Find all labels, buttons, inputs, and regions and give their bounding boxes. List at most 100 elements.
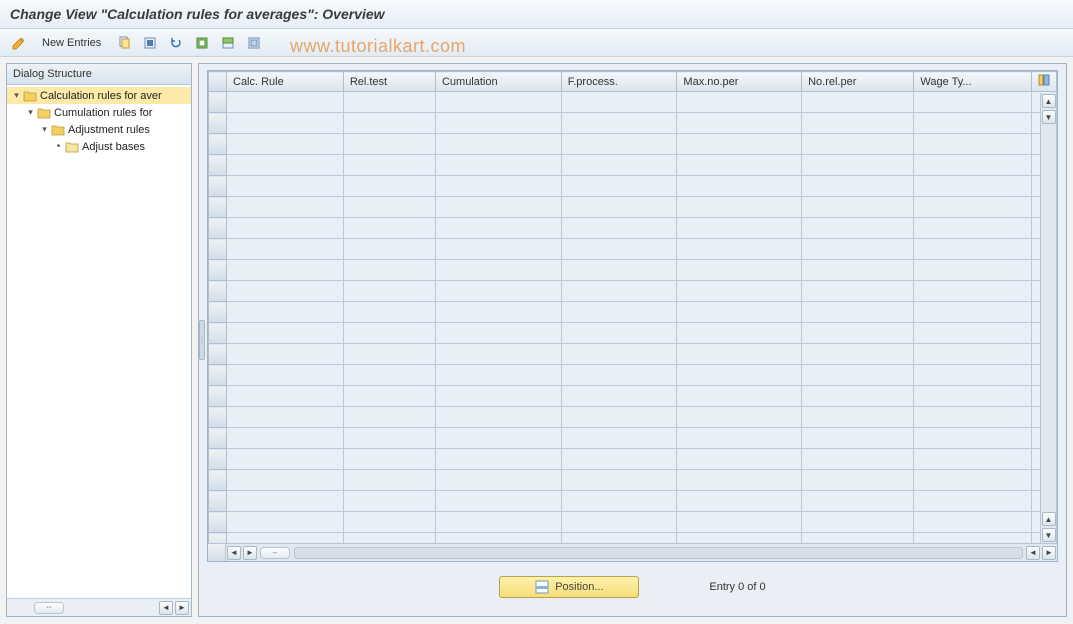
- grid-cell[interactable]: [914, 386, 1032, 407]
- grid-cell[interactable]: [802, 386, 914, 407]
- grid-cell[interactable]: [914, 302, 1032, 323]
- table-row[interactable]: [209, 428, 1057, 449]
- grid-row-selector[interactable]: [209, 407, 227, 428]
- grid-cell[interactable]: [227, 197, 344, 218]
- grid-row-selector[interactable]: [209, 176, 227, 197]
- grid-scroll-down2[interactable]: ▼: [1042, 528, 1056, 542]
- grid-cell[interactable]: [914, 344, 1032, 365]
- tree-collapse-icon[interactable]: ▾: [25, 107, 36, 118]
- grid-cell[interactable]: [435, 197, 561, 218]
- grid-scroll-left[interactable]: ◄: [227, 546, 241, 560]
- grid-cell[interactable]: [802, 218, 914, 239]
- grid-row-selector[interactable]: [209, 365, 227, 386]
- table-row[interactable]: [209, 281, 1057, 302]
- grid-cell[interactable]: [677, 281, 802, 302]
- grid-scroll-left2[interactable]: ◄: [1026, 546, 1040, 560]
- grid-cell[interactable]: [435, 239, 561, 260]
- grid-cell[interactable]: [561, 449, 677, 470]
- table-row[interactable]: [209, 449, 1057, 470]
- grid-cell[interactable]: [561, 134, 677, 155]
- grid-cell[interactable]: [561, 92, 677, 113]
- tree-item[interactable]: ▾Calculation rules for aver: [7, 87, 191, 104]
- grid-cell[interactable]: [914, 512, 1032, 533]
- grid-cell[interactable]: [227, 365, 344, 386]
- deselect-all-icon[interactable]: [243, 33, 265, 53]
- grid-cell[interactable]: [227, 113, 344, 134]
- grid-cell[interactable]: [435, 92, 561, 113]
- grid-cell[interactable]: [561, 113, 677, 134]
- grid-row-selector[interactable]: [209, 260, 227, 281]
- table-row[interactable]: [209, 197, 1057, 218]
- grid-cell[interactable]: [343, 302, 435, 323]
- grid-cell[interactable]: [561, 323, 677, 344]
- grid-cell[interactable]: [227, 449, 344, 470]
- grid-cell[interactable]: [435, 113, 561, 134]
- grid-cell[interactable]: [914, 428, 1032, 449]
- delete-icon[interactable]: [139, 33, 161, 53]
- grid-column-header[interactable]: Cumulation: [435, 72, 561, 92]
- table-row[interactable]: [209, 92, 1057, 113]
- grid-row-selector[interactable]: [209, 113, 227, 134]
- grid-cell[interactable]: [677, 428, 802, 449]
- grid-cell[interactable]: [802, 113, 914, 134]
- grid-cell[interactable]: [802, 302, 914, 323]
- table-row[interactable]: [209, 491, 1057, 512]
- grid-cell[interactable]: [561, 260, 677, 281]
- grid-cell[interactable]: [343, 113, 435, 134]
- grid-cell[interactable]: [435, 218, 561, 239]
- undo-icon[interactable]: [165, 33, 187, 53]
- table-row[interactable]: [209, 407, 1057, 428]
- grid-cell[interactable]: [561, 218, 677, 239]
- grid-cell[interactable]: [677, 323, 802, 344]
- grid-cell[interactable]: [914, 365, 1032, 386]
- grid-cell[interactable]: [561, 365, 677, 386]
- grid-row-selector[interactable]: [209, 239, 227, 260]
- grid-cell[interactable]: [677, 491, 802, 512]
- grid-cell[interactable]: [343, 92, 435, 113]
- grid-column-header[interactable]: Wage Ty...: [914, 72, 1032, 92]
- table-row[interactable]: [209, 260, 1057, 281]
- table-row[interactable]: [209, 218, 1057, 239]
- grid-row-selector[interactable]: [209, 512, 227, 533]
- grid-cell[interactable]: [914, 176, 1032, 197]
- grid-cell[interactable]: [227, 92, 344, 113]
- grid-cell[interactable]: [802, 260, 914, 281]
- grid-cell[interactable]: [561, 470, 677, 491]
- grid-cell[interactable]: [227, 155, 344, 176]
- grid-cell[interactable]: [677, 239, 802, 260]
- grid-cell[interactable]: [802, 428, 914, 449]
- grid-scroll-down[interactable]: ▼: [1042, 110, 1056, 124]
- grid-cell[interactable]: [343, 155, 435, 176]
- select-block-icon[interactable]: [217, 33, 239, 53]
- grid-cell[interactable]: [677, 470, 802, 491]
- grid-cell[interactable]: [802, 239, 914, 260]
- grid-cell[interactable]: [435, 281, 561, 302]
- grid-column-header[interactable]: F.process.: [561, 72, 677, 92]
- sidebar-scroll-right[interactable]: ►: [175, 601, 189, 615]
- position-button[interactable]: Position...: [499, 576, 639, 598]
- grid-cell[interactable]: [343, 176, 435, 197]
- grid-cell[interactable]: [435, 323, 561, 344]
- grid-cell[interactable]: [435, 386, 561, 407]
- grid-cell[interactable]: [343, 281, 435, 302]
- grid-cell[interactable]: [677, 155, 802, 176]
- grid-cell[interactable]: [677, 197, 802, 218]
- table-row[interactable]: [209, 470, 1057, 491]
- grid-cell[interactable]: [677, 260, 802, 281]
- sidebar-scroll-thumb[interactable]: ┅: [34, 602, 64, 614]
- grid-cell[interactable]: [914, 197, 1032, 218]
- copy-icon[interactable]: [113, 33, 135, 53]
- grid-column-header[interactable]: No.rel.per: [802, 72, 914, 92]
- grid-row-selector[interactable]: [209, 155, 227, 176]
- grid-cell[interactable]: [802, 176, 914, 197]
- grid-cell[interactable]: [914, 92, 1032, 113]
- grid-cell[interactable]: [435, 449, 561, 470]
- grid-cell[interactable]: [914, 470, 1032, 491]
- grid-cell[interactable]: [802, 491, 914, 512]
- grid-cell[interactable]: [435, 470, 561, 491]
- grid-cell[interactable]: [914, 323, 1032, 344]
- grid-cell[interactable]: [677, 113, 802, 134]
- grid-row-selector[interactable]: [209, 470, 227, 491]
- grid-cell[interactable]: [561, 407, 677, 428]
- grid-cell[interactable]: [343, 197, 435, 218]
